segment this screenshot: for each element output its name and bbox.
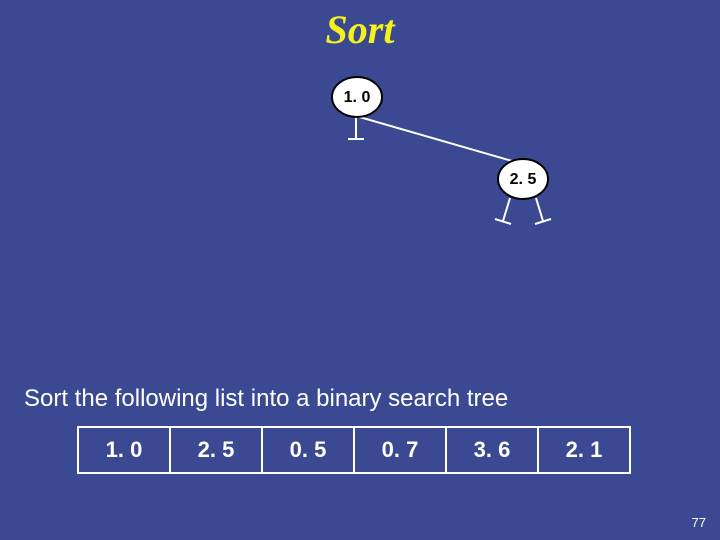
stub-right-left <box>503 198 510 221</box>
page-number: 77 <box>692 515 706 530</box>
node-right-label: 2. 5 <box>510 171 537 188</box>
list-cell: 2. 5 <box>170 427 262 473</box>
list-cell: 3. 6 <box>446 427 538 473</box>
input-list-table: 1. 0 2. 5 0. 5 0. 7 3. 6 2. 1 <box>77 426 631 474</box>
slide: Sort 1. 0 2. 5 Sort the following list i… <box>0 0 720 540</box>
list-cell: 2. 1 <box>538 427 630 473</box>
prompt-text: Sort the following list into a binary se… <box>24 385 508 413</box>
list-cell: 1. 0 <box>78 427 170 473</box>
stub-right-right <box>536 198 543 221</box>
list-cell: 0. 7 <box>354 427 446 473</box>
edge-root-right <box>356 116 519 163</box>
tree-diagram: 1. 0 2. 5 <box>0 0 720 380</box>
list-cell: 0. 5 <box>262 427 354 473</box>
node-root-label: 1. 0 <box>344 89 371 106</box>
